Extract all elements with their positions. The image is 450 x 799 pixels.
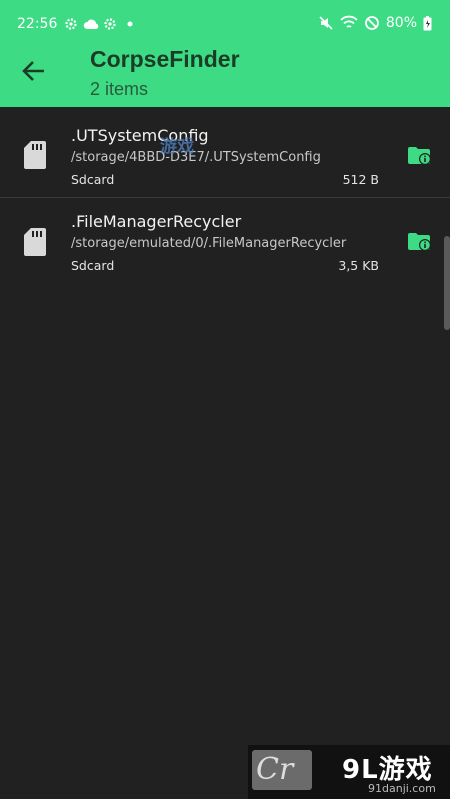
item-location: Sdcard xyxy=(71,172,115,187)
watermark-overlay: 游戏 xyxy=(160,137,194,157)
dot-icon xyxy=(127,21,133,27)
item-name: .FileManagerRecycler xyxy=(71,212,242,231)
item-location: Sdcard xyxy=(71,258,115,273)
settings-icon xyxy=(104,18,116,30)
watermark-brand: 9L游戏 xyxy=(342,755,433,785)
page-title: CorpseFinder xyxy=(90,46,240,72)
folder-info-icon[interactable] xyxy=(408,232,432,252)
back-arrow-icon[interactable] xyxy=(20,57,48,85)
watermark-url: 91danji.com xyxy=(368,782,436,795)
list-item[interactable]: .UTSystemConfig /storage/4BBD-D3E7/.UTSy… xyxy=(0,110,450,196)
dnd-icon xyxy=(364,16,379,30)
scrollbar[interactable] xyxy=(444,236,450,330)
battery-icon xyxy=(423,15,432,30)
item-size: 3,5 KB xyxy=(338,258,379,273)
sdcard-icon xyxy=(24,141,46,169)
status-time: 22:56 xyxy=(17,16,58,32)
item-path: /storage/4BBD-D3E7/.UTSystemConfig xyxy=(71,150,321,165)
item-count: 2 items xyxy=(90,79,149,99)
item-size: 512 B xyxy=(342,172,379,187)
status-right: 80% xyxy=(318,15,432,31)
cloud-icon xyxy=(83,19,99,29)
mute-icon xyxy=(319,16,333,30)
item-path: /storage/emulated/0/.FileManagerRecycler xyxy=(71,236,347,251)
watermark-logo: Cr xyxy=(252,750,312,790)
status-bar: 22:56 80% xyxy=(0,0,450,48)
sdcard-icon xyxy=(24,228,46,256)
gear-icon xyxy=(65,18,77,30)
battery-percent: 80% xyxy=(385,15,417,31)
wifi-icon xyxy=(340,15,358,28)
folder-info-icon[interactable] xyxy=(408,146,432,166)
list-item[interactable]: .FileManagerRecycler /storage/emulated/0… xyxy=(0,197,450,283)
